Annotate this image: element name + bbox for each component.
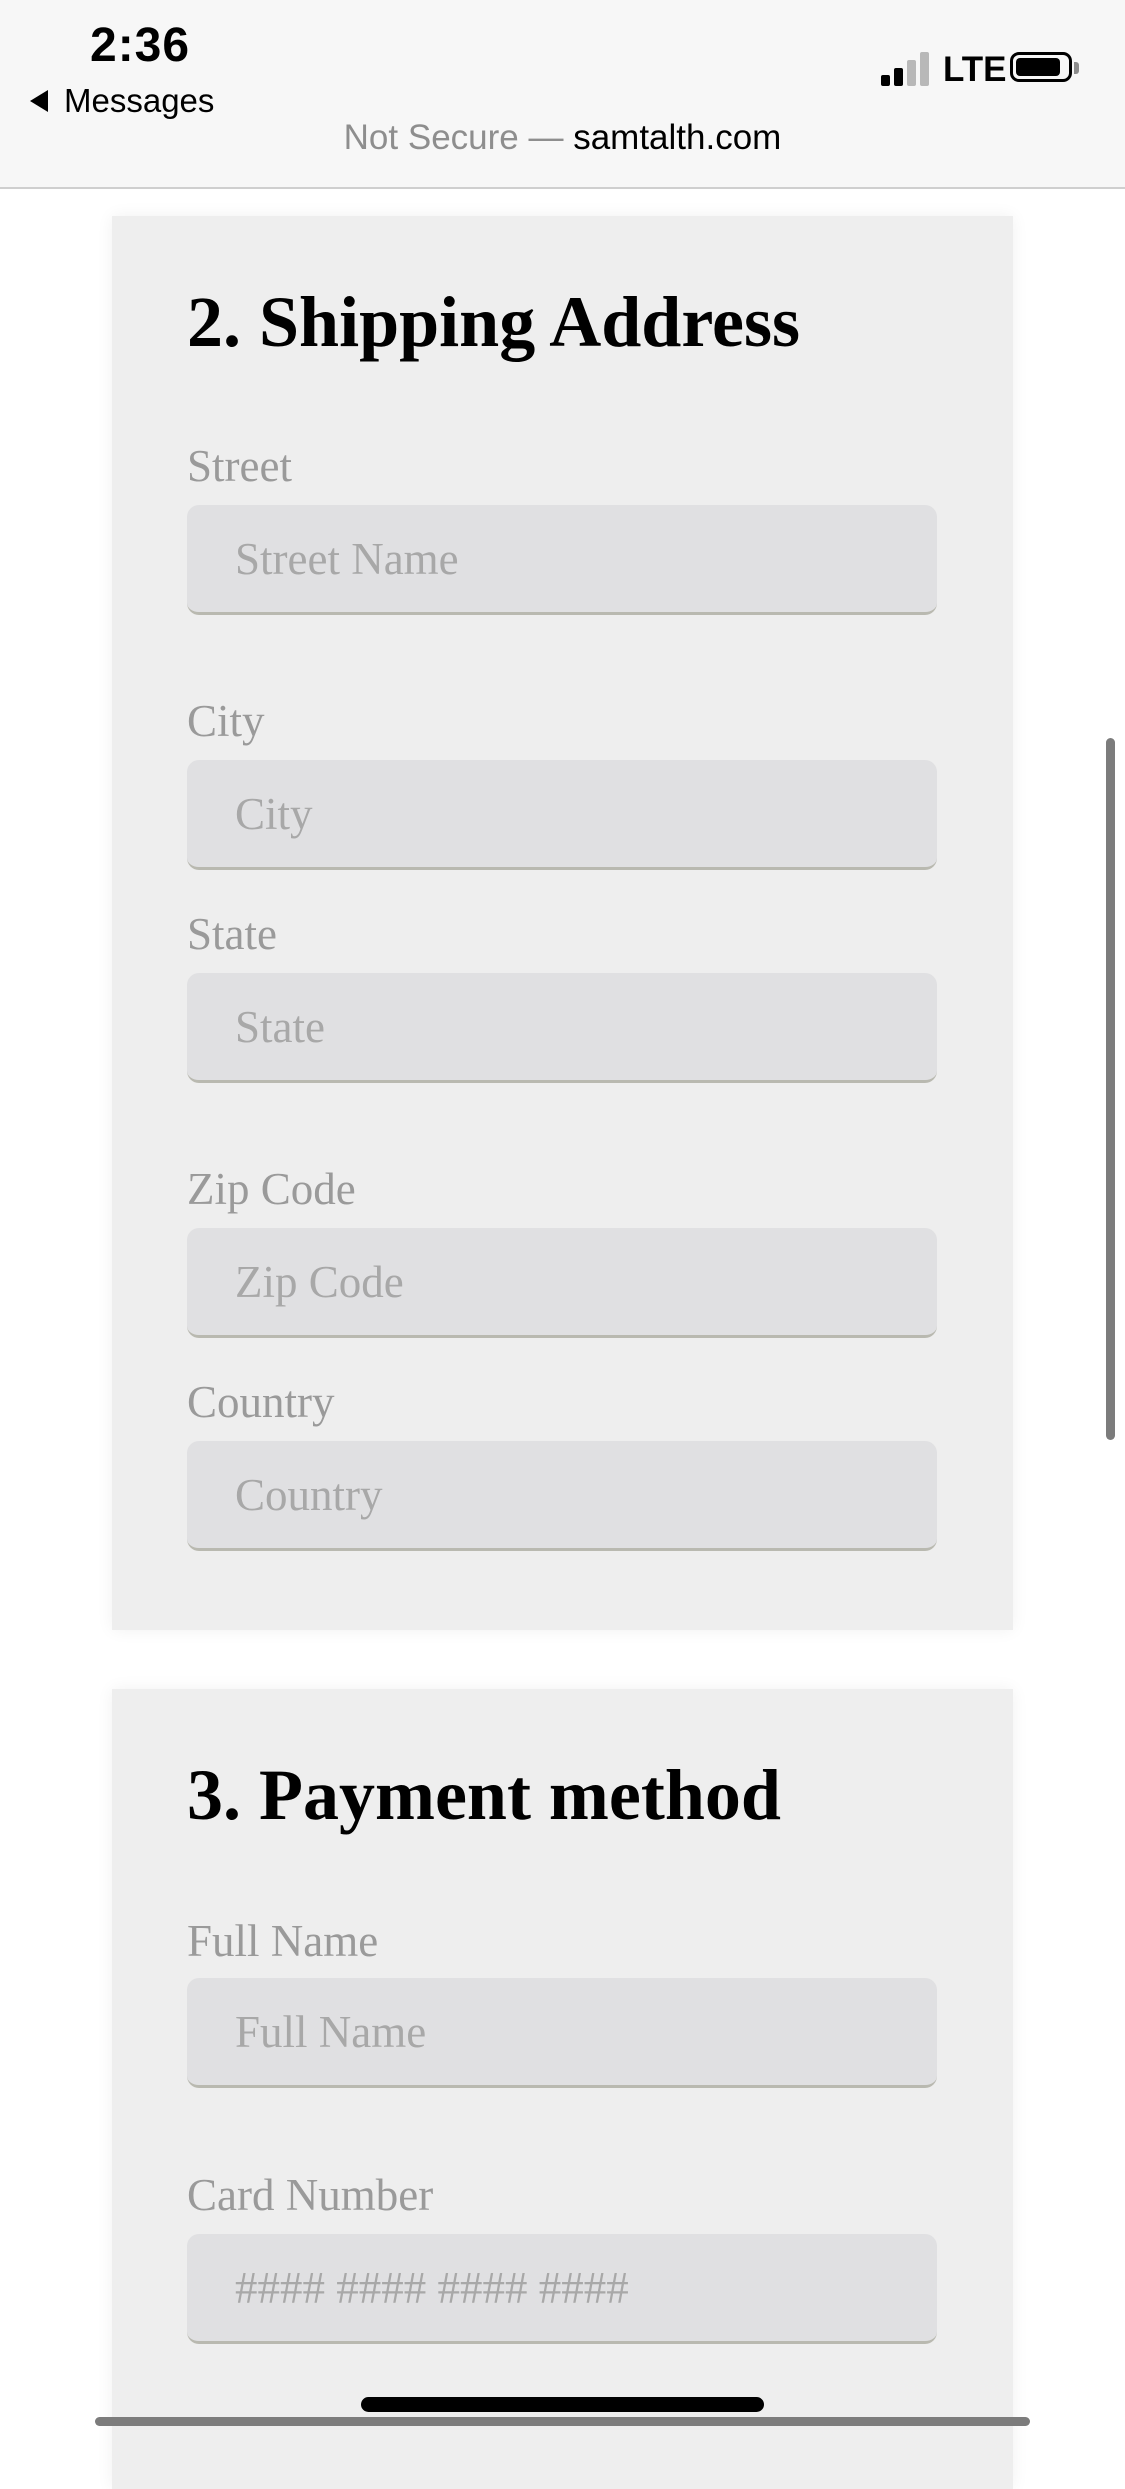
city-input[interactable] bbox=[187, 760, 937, 870]
city-label: City bbox=[187, 696, 265, 746]
url-domain: samtalth.com bbox=[573, 118, 782, 157]
full-name-input[interactable] bbox=[187, 1978, 937, 2088]
horizontal-scrollbar[interactable] bbox=[95, 2417, 1030, 2426]
security-label: Not Secure — bbox=[343, 118, 564, 157]
payment-section-title: 3. Payment method bbox=[187, 1755, 781, 1835]
battery-icon bbox=[1010, 52, 1079, 82]
country-input[interactable] bbox=[187, 1441, 937, 1551]
payment-method-section: 3. Payment method Full Name Card Number bbox=[112, 1689, 1013, 2489]
network-type: LTE bbox=[943, 50, 1007, 89]
signal-strength-icon bbox=[881, 52, 931, 86]
state-input[interactable] bbox=[187, 973, 937, 1083]
back-link-label: Messages bbox=[64, 82, 215, 119]
shipping-section-title: 2. Shipping Address bbox=[187, 282, 800, 362]
street-label: Street bbox=[187, 441, 292, 491]
shipping-address-section: 2. Shipping Address Street City State Zi… bbox=[112, 216, 1013, 1630]
status-time: 2:36 bbox=[90, 19, 191, 72]
full-name-label: Full Name bbox=[187, 1916, 379, 1966]
zip-code-label: Zip Code bbox=[187, 1164, 356, 1214]
back-arrow-icon bbox=[30, 90, 48, 112]
status-bar: 2:36 Messages LTE Not Secure — samtalth.… bbox=[0, 0, 1125, 189]
home-indicator[interactable] bbox=[361, 2397, 764, 2412]
card-number-label: Card Number bbox=[187, 2170, 434, 2220]
state-label: State bbox=[187, 909, 277, 959]
zip-code-input[interactable] bbox=[187, 1228, 937, 1338]
vertical-scrollbar[interactable] bbox=[1106, 738, 1115, 1440]
back-to-messages-link[interactable]: Messages bbox=[30, 82, 214, 120]
address-bar[interactable]: Not Secure — samtalth.com bbox=[0, 118, 1125, 158]
country-label: Country bbox=[187, 1377, 335, 1427]
card-number-input[interactable] bbox=[187, 2234, 937, 2344]
street-input[interactable] bbox=[187, 505, 937, 615]
